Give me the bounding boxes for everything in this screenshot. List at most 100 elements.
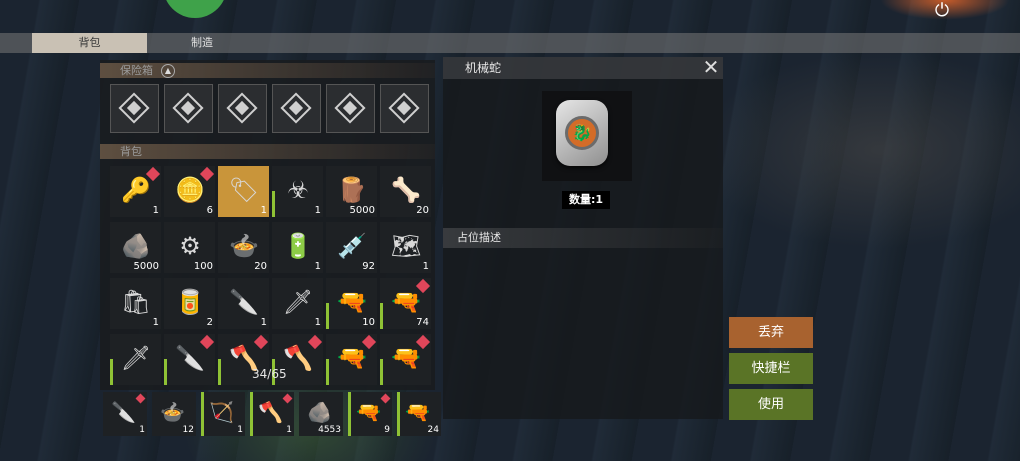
wood-logs-icon: 🪵: [337, 176, 367, 204]
inventory-slot[interactable]: 🔫 74: [380, 278, 431, 329]
map-scrap-icon: 🗺: [390, 232, 422, 260]
inventory-slot[interactable]: 🗺 1: [380, 222, 431, 273]
item-count: 5000: [133, 261, 159, 272]
item-description-header: 占位描述: [443, 228, 723, 248]
revolver-icon: 🔫: [391, 288, 421, 316]
hotbar-slot[interactable]: 🏹 1: [201, 392, 245, 436]
hotbar-slot[interactable]: 🔫 24: [397, 392, 441, 436]
item-count: 24: [427, 425, 439, 435]
hotbar-slot[interactable]: 🪓 1: [250, 392, 294, 436]
item-title: 机械蛇: [443, 57, 723, 79]
inventory-slot[interactable]: 🛍 1: [110, 278, 161, 329]
drop-button[interactable]: 丢弃: [729, 317, 813, 348]
item-count: 10: [362, 317, 375, 328]
durability-bar: [348, 392, 351, 436]
inventory-slot[interactable]: 🔪 1: [218, 278, 269, 329]
scrap-parts-icon: ⚙: [179, 232, 201, 260]
safe-box-slot[interactable]: [164, 84, 213, 133]
inventory-slot[interactable]: 🏷 1: [218, 166, 269, 217]
item-count: 1: [422, 261, 429, 272]
inventory-slot[interactable]: 🥫 2: [164, 278, 215, 329]
inventory-slot[interactable]: 🔫: [380, 334, 431, 385]
safe-box-slot[interactable]: [380, 84, 429, 133]
inventory-slot[interactable]: 🪵 5000: [326, 166, 377, 217]
durability-bar: [272, 191, 275, 217]
durability-bar: [326, 359, 329, 385]
item-count: 1: [152, 205, 159, 216]
item-count: 5000: [349, 205, 375, 216]
hotbar-slot[interactable]: 🪨 4553: [299, 392, 343, 436]
safe-box-slot[interactable]: [110, 84, 159, 133]
capacity-counter: 34/65: [252, 367, 287, 381]
inventory-slot[interactable]: ☣ 1: [272, 166, 323, 217]
machete-icon: 🗡: [282, 288, 314, 316]
durability-bar: [110, 359, 113, 385]
use-button[interactable]: 使用: [729, 389, 813, 420]
tab-backpack[interactable]: 背包: [32, 33, 147, 53]
item-count: 100: [193, 261, 213, 272]
power-icon[interactable]: ⏻: [923, 0, 961, 24]
lock-slot-icon: [172, 92, 204, 124]
inventory-slot[interactable]: 🔑 1: [110, 166, 161, 217]
item-count: 1: [314, 317, 321, 328]
dragon-emblem-icon: 🐉: [565, 116, 599, 150]
inventory-slot[interactable]: 🪨 5000: [110, 222, 161, 273]
inventory-slot[interactable]: 🗡 1: [272, 278, 323, 329]
tab-crafting[interactable]: 制造: [170, 33, 234, 53]
inventory-slot[interactable]: 🗡: [110, 334, 161, 385]
axe-icon: 🪓: [258, 400, 283, 424]
durability-bar: [380, 303, 383, 329]
inventory-slot[interactable]: ⚙ 100: [164, 222, 215, 273]
hotbar-slot[interactable]: 🔪 1: [103, 392, 147, 436]
new-badge-icon: [380, 393, 391, 404]
safe-box-slot[interactable]: [272, 84, 321, 133]
item-count: 1: [286, 425, 292, 435]
new-badge-icon: [135, 393, 146, 404]
item-quantity: 数量:1: [562, 191, 610, 209]
inventory-slot[interactable]: 🔋 1: [272, 222, 323, 273]
key-icon: 🔑: [121, 176, 151, 204]
inventory-slot[interactable]: 🔫 10: [326, 278, 377, 329]
new-badge-icon: [282, 393, 293, 404]
hotbar-button[interactable]: 快捷栏: [729, 353, 813, 384]
chevron-up-icon[interactable]: ▲: [161, 64, 175, 78]
cleaver-icon: 🔪: [111, 400, 136, 424]
item-count: 1: [314, 261, 321, 272]
durability-bar: [250, 392, 253, 436]
inventory-slot[interactable]: 🍲 20: [218, 222, 269, 273]
close-icon[interactable]: ✕: [700, 56, 722, 78]
inventory-slot[interactable]: 🔪: [164, 334, 215, 385]
item-count: 1: [237, 425, 243, 435]
lock-slot-icon: [334, 92, 366, 124]
food-bowl-icon: 🍲: [160, 400, 185, 424]
safe-box-header: 保险箱 ▲: [100, 63, 435, 78]
dog-tag-icon: 🏷: [228, 176, 260, 204]
item-count: 20: [254, 261, 267, 272]
inventory-slot[interactable]: 🪙 6: [164, 166, 215, 217]
battery-icon: 🔋: [283, 232, 313, 260]
lock-slot-icon: [280, 92, 312, 124]
item-count: 2: [206, 317, 213, 328]
durability-bar: [218, 359, 221, 385]
inventory-slot[interactable]: 💉 92: [326, 222, 377, 273]
health-indicator: 6625: [163, 0, 227, 18]
gold-coin-icon: 🪙: [175, 176, 205, 204]
safe-box-slot[interactable]: [218, 84, 267, 133]
item-count: 1: [314, 205, 321, 216]
canned-food-icon: 🥫: [175, 288, 205, 316]
safe-box-slot[interactable]: [326, 84, 375, 133]
item-count: 1: [139, 425, 145, 435]
rock-ore-icon: 🪨: [121, 232, 151, 260]
hotbar-slot[interactable]: 🍲 12: [152, 392, 196, 436]
inventory-slot[interactable]: 🦴 20: [380, 166, 431, 217]
weapon-icon: 🗡: [120, 344, 152, 372]
item-count: 92: [362, 261, 375, 272]
bone-icon: 🦴: [391, 176, 421, 204]
knife-icon: 🔪: [229, 288, 259, 316]
item-count: 1: [260, 317, 267, 328]
inventory-slot[interactable]: 🔫: [326, 334, 377, 385]
biohazard-pack-icon: ☣: [287, 176, 309, 204]
rifle-icon: 🔫: [356, 400, 381, 424]
hotbar-slot[interactable]: 🔫 9: [348, 392, 392, 436]
weapon-icon: 🔫: [391, 344, 421, 372]
